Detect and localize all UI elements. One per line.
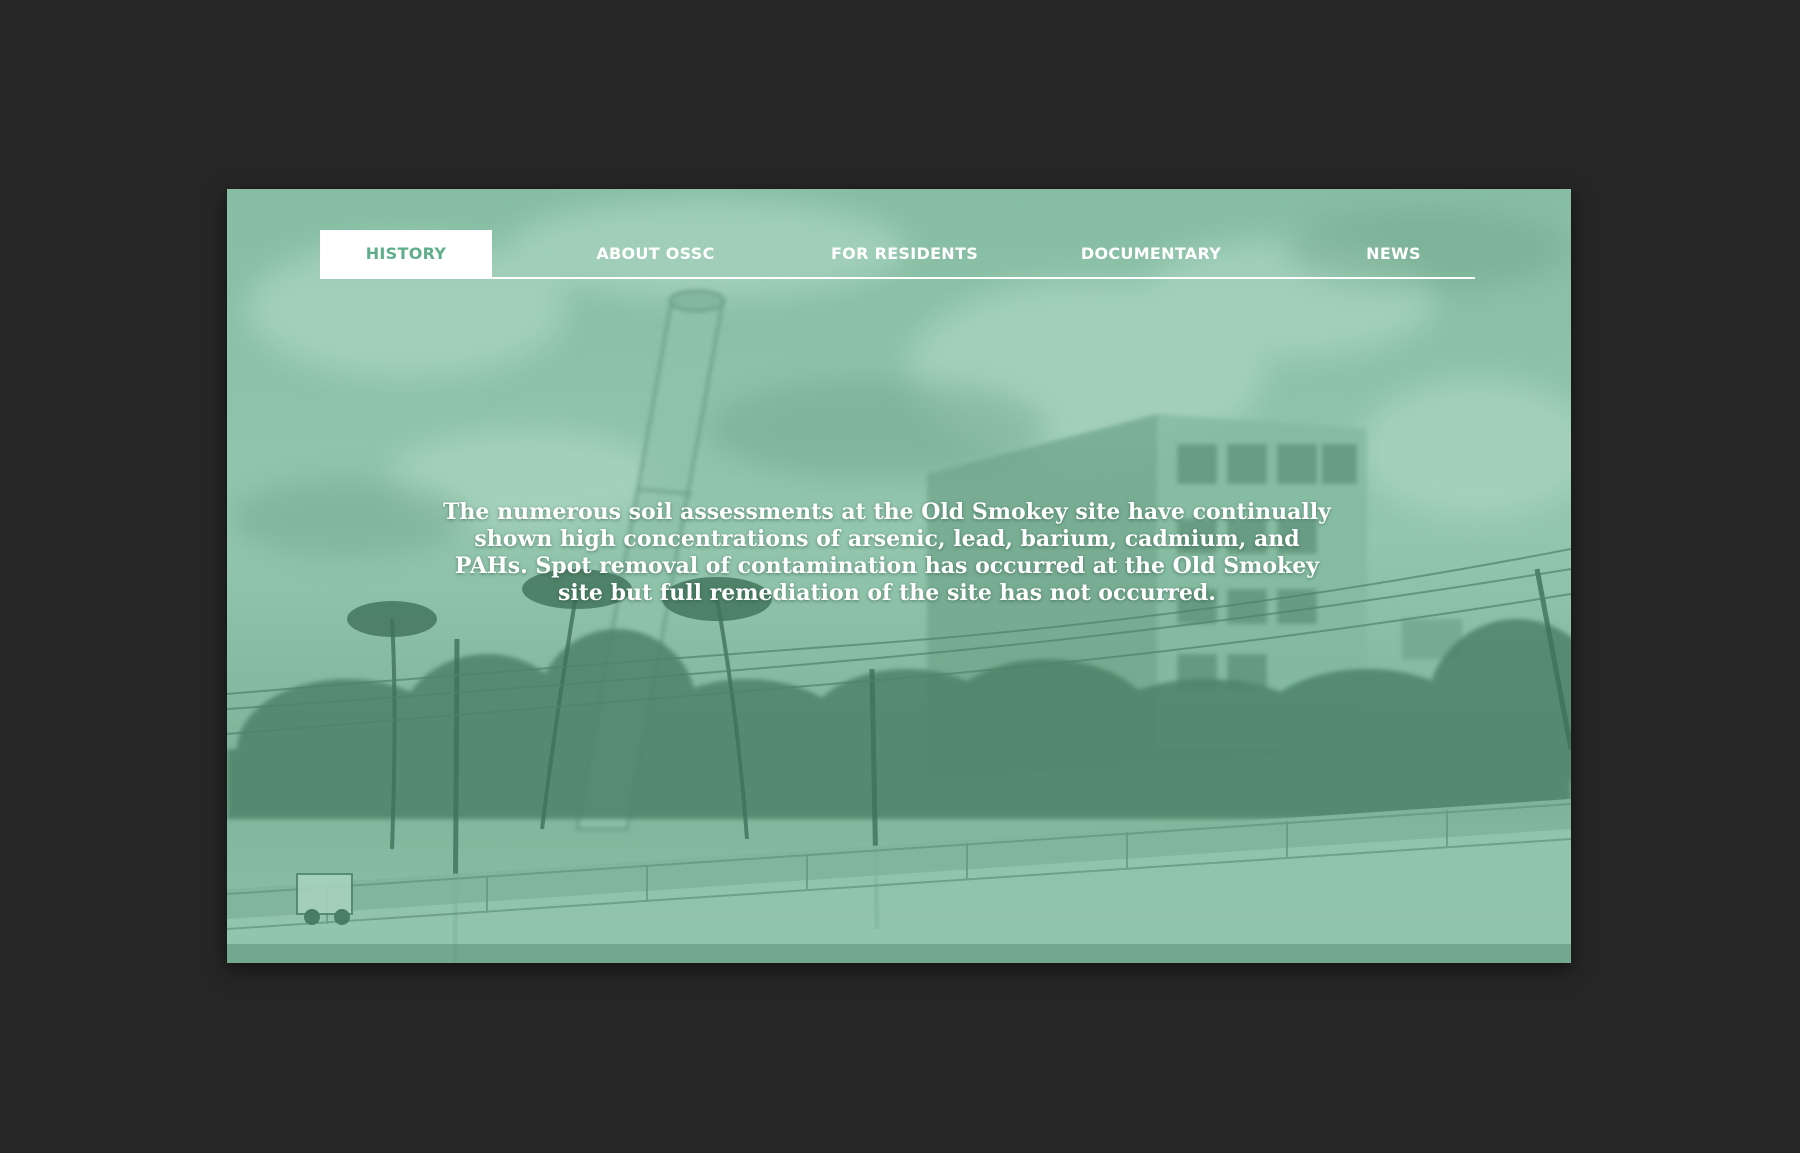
nav-item-news[interactable]: NEWS — [1312, 230, 1475, 277]
nav-item-about-ossc[interactable]: ABOUT OSSC — [492, 230, 819, 277]
hero-frame: HISTORY ABOUT OSSC FOR RESIDENTS DOCUMEN… — [227, 189, 1571, 963]
nav-item-history[interactable]: HISTORY — [320, 230, 492, 277]
nav-item-documentary[interactable]: DOCUMENTARY — [990, 230, 1312, 277]
hero-text: The numerous soil assessments at the Old… — [443, 499, 1331, 606]
nav-item-for-residents[interactable]: FOR RESIDENTS — [819, 230, 990, 277]
main-nav: HISTORY ABOUT OSSC FOR RESIDENTS DOCUMEN… — [320, 230, 1475, 279]
